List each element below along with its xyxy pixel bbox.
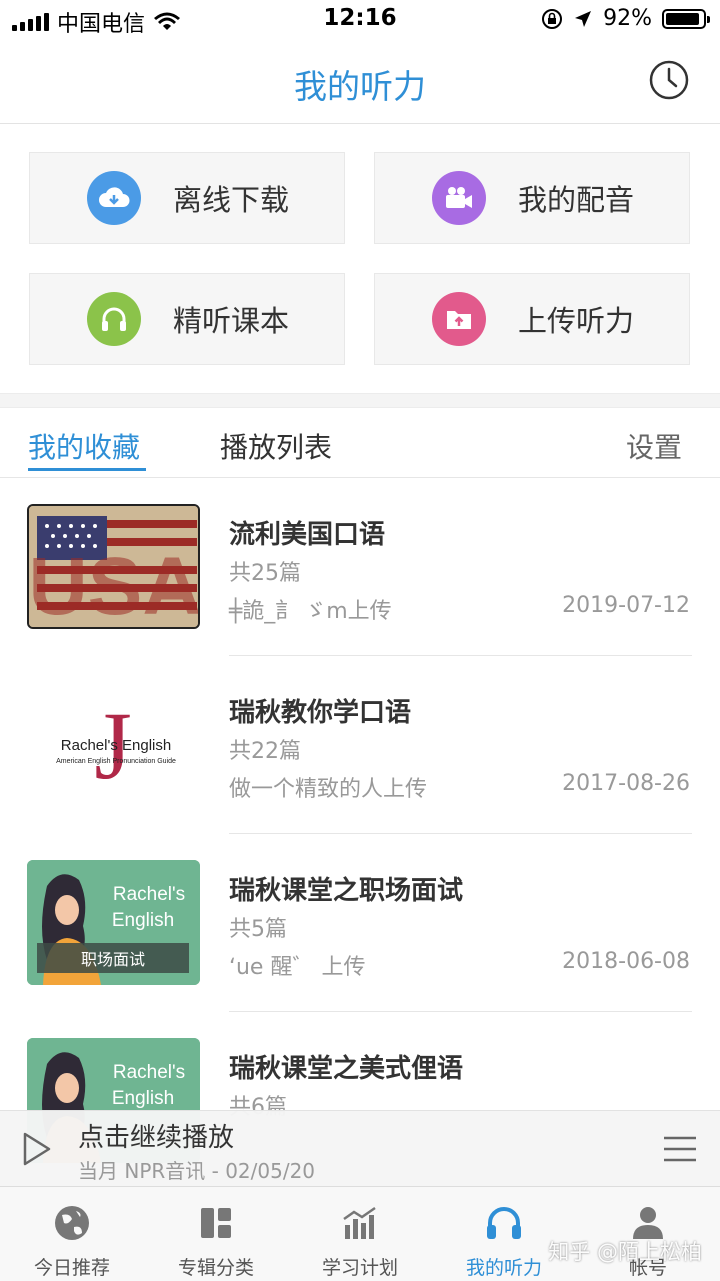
section-divider — [0, 393, 720, 408]
tile-label: 精听课本 — [173, 304, 290, 338]
tabbar-label: 今日推荐 — [33, 1257, 110, 1279]
mini-player[interactable]: 点击继续播放 当月 NPR音讯 - 02/05/20 — [0, 1110, 720, 1186]
upload-listening-button[interactable]: 上传听力 — [374, 273, 690, 365]
album-title: 流利美国口语 — [229, 520, 386, 550]
location-icon — [575, 10, 592, 27]
tab-strip: 我的收藏 播放列表 设置 — [0, 408, 720, 478]
upload-date: 2017-08-26 — [562, 771, 690, 796]
album-title: 瑞秋课堂之职场面试 — [229, 876, 464, 906]
usa-text: USA — [29, 541, 200, 629]
clock-icon[interactable] — [648, 59, 690, 101]
tabbar-item-account[interactable]: 帐号 — [576, 1187, 720, 1281]
download-cloud-icon — [87, 171, 141, 225]
thumb-line1: Rachel's — [113, 1062, 185, 1083]
episode-count: 共5篇 — [229, 917, 287, 942]
my-dubbing-button[interactable]: 我的配音 — [374, 152, 690, 244]
thumb-line1: Rachel's — [113, 884, 185, 905]
bottom-tab-bar: 今日推荐 专辑分类 学习计划 我的听力 帐号 — [0, 1186, 720, 1281]
globe-icon — [55, 1206, 89, 1240]
upload-date: 2019-07-12 — [562, 593, 690, 618]
offline-download-button[interactable]: 离线下载 — [29, 152, 345, 244]
headphones-icon — [487, 1207, 521, 1239]
player-subtitle: 当月 NPR音讯 - 02/05/20 — [78, 1159, 316, 1183]
watermark: 知乎 @陌上松柏 — [548, 1240, 702, 1264]
tabbar-label: 专辑分类 — [177, 1257, 254, 1279]
list-item[interactable]: J Rachel's English American English Pron… — [0, 656, 720, 834]
tabbar-item-my-listening[interactable]: 我的听力 — [432, 1187, 576, 1281]
list-item[interactable]: Rachel's English 职场面试 瑞秋课堂之职场面试 共5篇 ʻue … — [0, 834, 720, 1012]
rotation-lock-icon — [542, 8, 563, 29]
upload-folder-icon — [432, 292, 486, 346]
tile-label: 上传听力 — [518, 304, 635, 338]
category-icon — [201, 1208, 231, 1238]
tile-label: 我的配音 — [518, 183, 635, 217]
intensive-textbook-button[interactable]: 精听课本 — [29, 273, 345, 365]
album-cover: Rachel's English 职场面试 — [27, 860, 200, 985]
feature-grid: 离线下载 我的配音 精听课本 上传听力 — [0, 125, 720, 393]
tab-favorites[interactable]: 我的收藏 — [28, 426, 140, 466]
thumb-line2: English — [112, 910, 174, 931]
list-item[interactable]: USA 流利美国口语 共25篇 ╪詭_訁 ゞm上传 2019-07-12 — [0, 478, 720, 656]
uploader: ʻue 醒゛ 上传 — [229, 955, 366, 980]
play-icon[interactable] — [22, 1131, 52, 1167]
video-camera-icon — [432, 171, 486, 225]
uploader: ╪詭_訁 ゞm上传 — [229, 599, 392, 624]
thumb-badge: 职场面试 — [81, 950, 145, 969]
album-cover: USA — [27, 504, 200, 629]
battery-icon — [662, 8, 710, 29]
album-cover: J Rachel's English American English Pron… — [27, 682, 200, 807]
episode-count: 共22篇 — [229, 739, 301, 764]
tabbar-label: 学习计划 — [321, 1257, 398, 1279]
episode-count: 共25篇 — [229, 561, 301, 586]
status-right: 92% — [541, 6, 710, 31]
nav-bar: 我的听力 — [0, 40, 720, 124]
menu-icon[interactable] — [662, 1135, 698, 1163]
tab-playlist[interactable]: 播放列表 — [220, 426, 332, 466]
settings-button[interactable]: 设置 — [626, 426, 682, 466]
tabbar-item-category[interactable]: 专辑分类 — [144, 1187, 288, 1281]
tile-label: 离线下载 — [173, 183, 290, 217]
headphones-icon — [87, 292, 141, 346]
battery-percent: 92% — [603, 6, 652, 31]
album-title: 瑞秋课堂之美式俚语 — [229, 1054, 464, 1084]
tabbar-item-recommend[interactable]: 今日推荐 — [0, 1187, 144, 1281]
upload-date: 2018-06-08 — [562, 949, 690, 974]
thumb-line2: English — [112, 1088, 174, 1109]
uploader: 做一个精致的人上传 — [229, 777, 428, 802]
page-title: 我的听力 — [294, 67, 426, 106]
status-bar: 中国电信 12:16 92% — [0, 0, 720, 40]
thumb-subtitle: American English Pronunciation Guide — [56, 758, 176, 765]
player-title: 点击继续播放 — [78, 1123, 235, 1153]
album-title: 瑞秋教你学口语 — [229, 698, 412, 728]
thumb-title: Rachel's English — [61, 737, 171, 754]
tab-indicator — [28, 468, 146, 471]
tabbar-item-plan[interactable]: 学习计划 — [288, 1187, 432, 1281]
chart-icon — [343, 1206, 376, 1239]
